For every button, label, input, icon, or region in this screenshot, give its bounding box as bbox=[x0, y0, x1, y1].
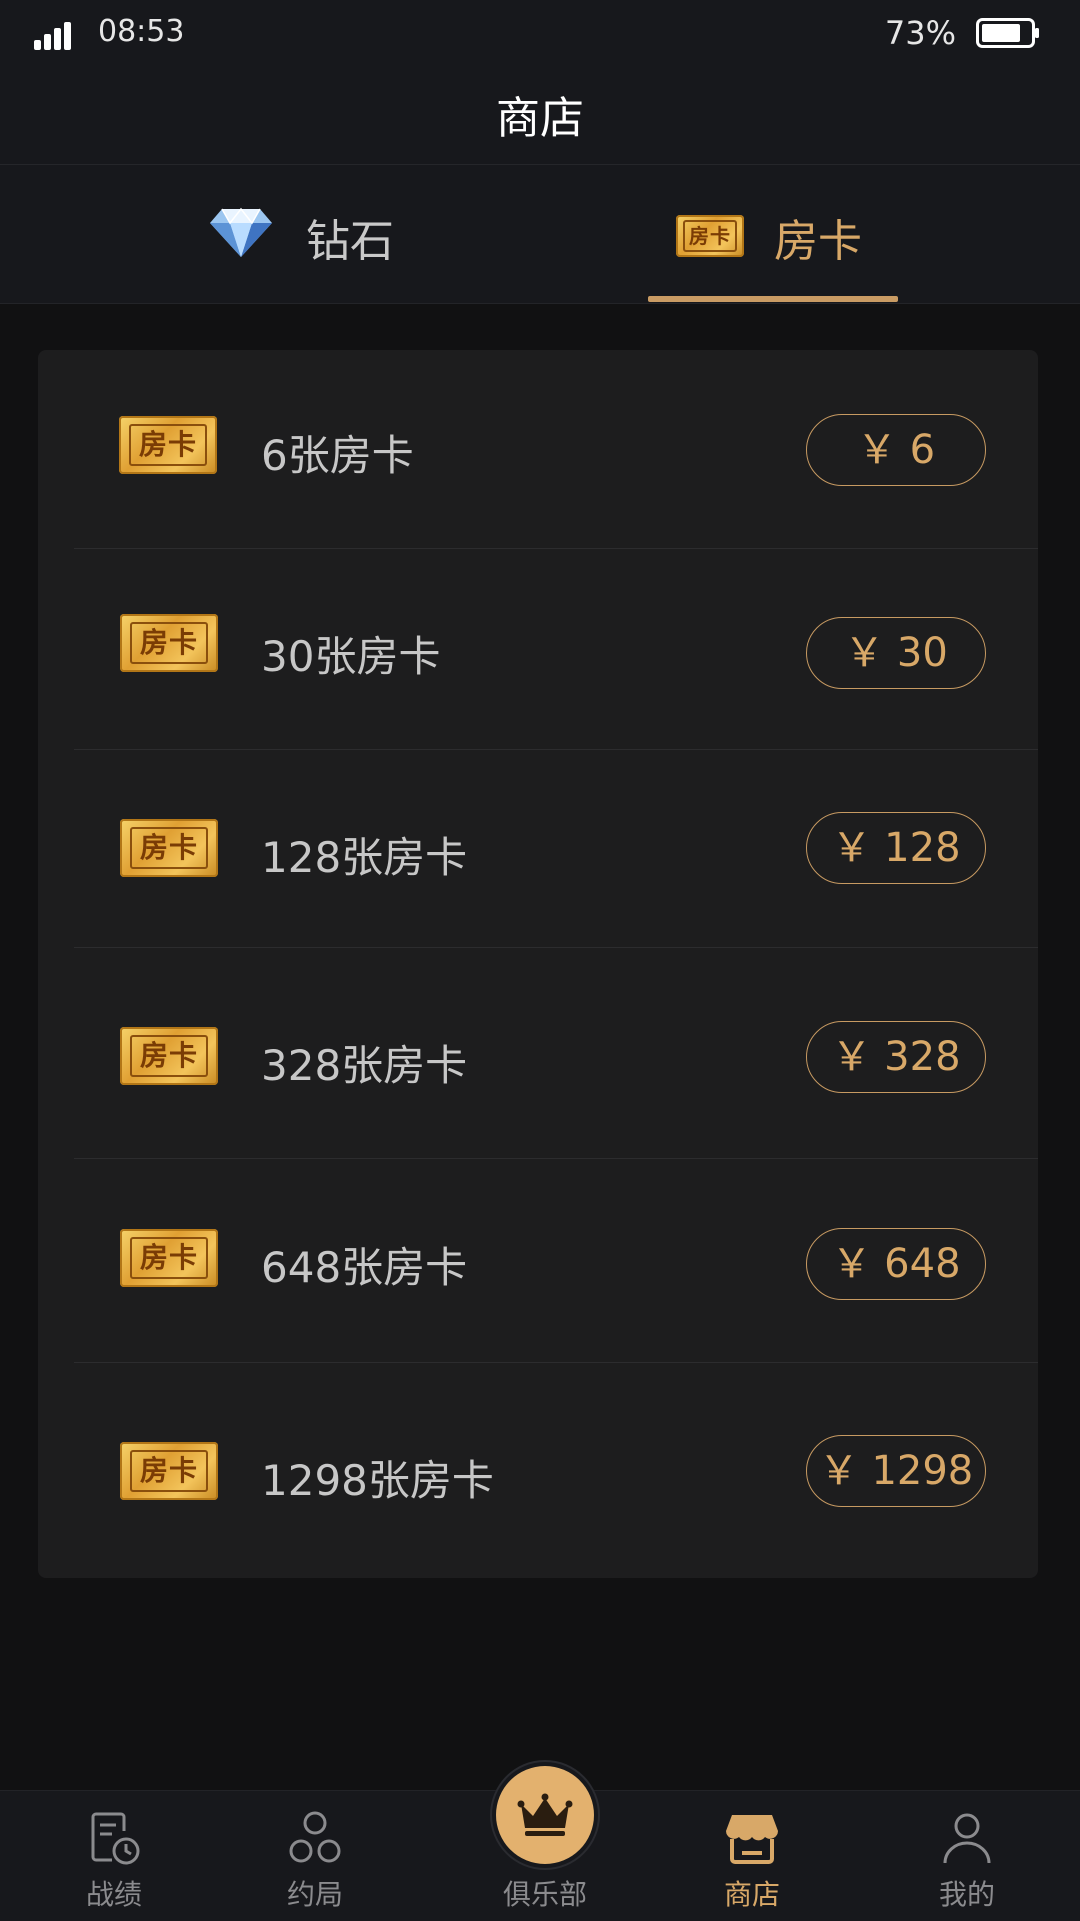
product-name: 1298张房卡 bbox=[261, 1456, 494, 1505]
product-name: 6张房卡 bbox=[261, 431, 414, 480]
circles-icon bbox=[289, 1811, 341, 1863]
product-name: 30张房卡 bbox=[261, 632, 441, 681]
room-card-icon-text: 房卡 bbox=[130, 622, 208, 664]
room-card-icon: 房卡 bbox=[676, 215, 744, 257]
battery-percent: 73% bbox=[884, 14, 956, 52]
product-row[interactable]: 房卡 648张房卡 ￥ 648 bbox=[38, 1159, 1038, 1363]
product-row[interactable]: 房卡 1298张房卡 ￥ 1298 bbox=[38, 1363, 1038, 1578]
room-card-icon: 房卡 bbox=[120, 1027, 218, 1085]
room-card-icon-text: 房卡 bbox=[130, 1035, 208, 1077]
nav-bar: 商店 bbox=[0, 68, 1080, 165]
product-row[interactable]: 房卡 328张房卡 ￥ 328 bbox=[38, 948, 1038, 1159]
product-row[interactable]: 房卡 6张房卡 ￥ 6 bbox=[38, 350, 1038, 549]
tabbar-item-shop[interactable]: 商店 bbox=[672, 1791, 832, 1921]
page-title: 商店 bbox=[496, 93, 584, 144]
active-tab-indicator bbox=[648, 296, 898, 302]
product-row[interactable]: 房卡 30张房卡 ￥ 30 bbox=[38, 549, 1038, 750]
tabbar-item-record[interactable]: 战绩 bbox=[34, 1791, 194, 1921]
crown-icon bbox=[517, 1793, 573, 1836]
signal-icon bbox=[34, 22, 71, 50]
tabbar-label: 战绩 bbox=[85, 1878, 142, 1911]
shop-icon bbox=[726, 1815, 778, 1864]
price-button[interactable]: ￥ 30 bbox=[806, 617, 986, 689]
room-card-icon-text: 房卡 bbox=[683, 220, 737, 252]
tabbar-item-profile[interactable]: 我的 bbox=[887, 1791, 1047, 1921]
tab-diamond[interactable]: 钻石 bbox=[200, 165, 430, 303]
room-card-icon-text: 房卡 bbox=[130, 1237, 208, 1279]
product-name: 128张房卡 bbox=[261, 833, 468, 882]
product-name: 328张房卡 bbox=[261, 1041, 468, 1090]
product-row[interactable]: 房卡 128张房卡 ￥ 128 bbox=[38, 750, 1038, 948]
tabbar-label: 约局 bbox=[286, 1878, 343, 1911]
profile-icon bbox=[943, 1813, 991, 1864]
room-card-icon-text: 房卡 bbox=[130, 1450, 208, 1492]
room-card-icon: 房卡 bbox=[119, 416, 217, 474]
tab-diamond-label: 钻石 bbox=[306, 216, 394, 267]
price-button[interactable]: ￥ 6 bbox=[806, 414, 986, 486]
price-button[interactable]: ￥ 648 bbox=[806, 1228, 986, 1300]
club-button[interactable] bbox=[496, 1766, 594, 1864]
record-icon bbox=[91, 1812, 140, 1865]
room-card-icon-text: 房卡 bbox=[129, 424, 207, 466]
tab-room-card[interactable]: 房卡 房卡 bbox=[648, 165, 898, 303]
room-card-icon-text: 房卡 bbox=[130, 827, 208, 869]
room-card-icon: 房卡 bbox=[120, 614, 218, 672]
tabbar-label: 我的 bbox=[938, 1878, 995, 1911]
price-button[interactable]: ￥ 1298 bbox=[806, 1435, 986, 1507]
product-name: 648张房卡 bbox=[261, 1243, 468, 1292]
tabbar-item-match[interactable]: 约局 bbox=[235, 1791, 395, 1921]
room-card-icon: 房卡 bbox=[120, 1229, 218, 1287]
room-card-icon: 房卡 bbox=[120, 1442, 218, 1500]
status-time: 08:53 bbox=[98, 14, 185, 49]
diamond-icon bbox=[210, 207, 272, 257]
room-card-icon: 房卡 bbox=[120, 819, 218, 877]
price-button[interactable]: ￥ 328 bbox=[806, 1021, 986, 1093]
tabbar-label: 商店 bbox=[723, 1878, 780, 1911]
category-tabs: 钻石 房卡 房卡 bbox=[0, 165, 1080, 304]
tabbar-label: 俱乐部 bbox=[502, 1878, 587, 1911]
price-button[interactable]: ￥ 128 bbox=[806, 812, 986, 884]
tab-room-card-label: 房卡 bbox=[774, 216, 862, 267]
status-bar: 08:53 73% bbox=[0, 0, 1080, 68]
product-list: 房卡 6张房卡 ￥ 6 房卡 30张房卡 ￥ 30 房卡 128张房卡 ￥ 12… bbox=[38, 350, 1038, 1578]
battery-icon bbox=[976, 18, 1039, 48]
